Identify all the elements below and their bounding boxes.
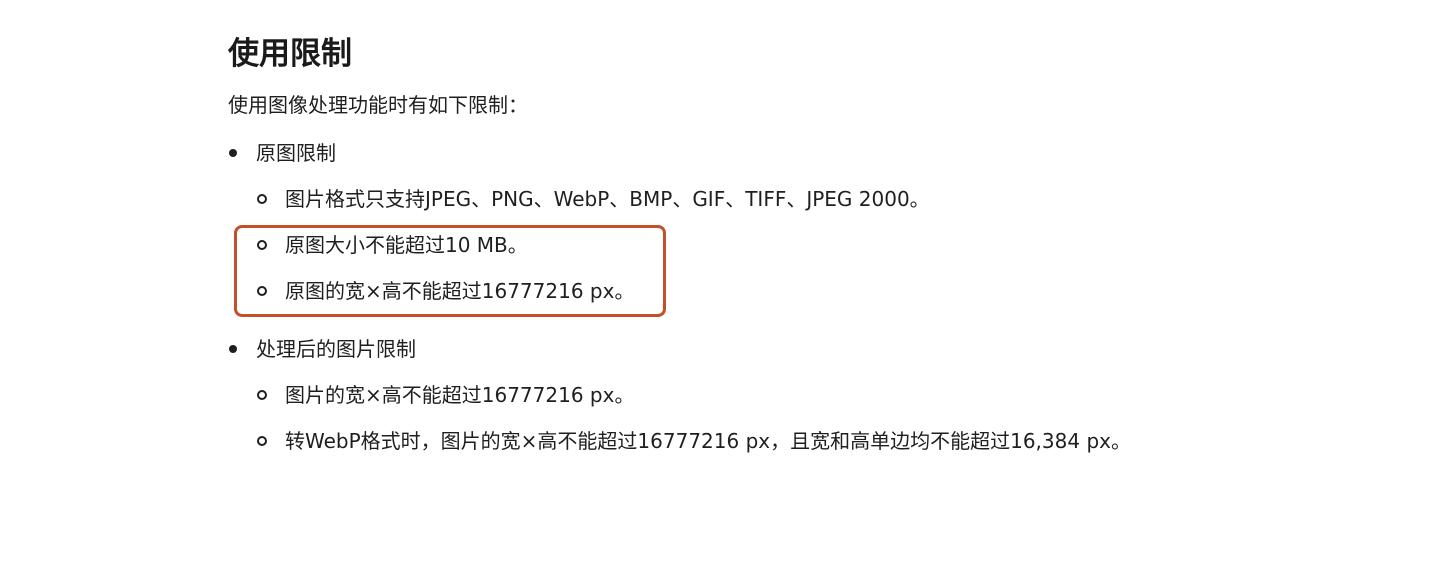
intro-paragraph: 使用图像处理功能时有如下限制： xyxy=(228,93,528,117)
bullet-circle-icon xyxy=(257,240,267,250)
bullet-disc-icon xyxy=(229,149,237,157)
list-item-text: 原图的宽×高不能超过16777216 px。 xyxy=(285,279,635,303)
list-item-text: 图片的宽×高不能超过16777216 px。 xyxy=(285,383,635,407)
bullet-circle-icon xyxy=(257,286,267,296)
list-item-text: 图片格式只支持JPEG、PNG、WebP、BMP、GIF、TIFF、JPEG 2… xyxy=(285,187,930,211)
document-content: 使用限制 使用图像处理功能时有如下限制： 原图限制 图片格式只支持JPEG、PN… xyxy=(228,30,1378,464)
list-item-format: 图片格式只支持JPEG、PNG、WebP、BMP、GIF、TIFF、JPEG 2… xyxy=(228,176,1378,222)
list-gap xyxy=(228,314,1378,326)
bullet-circle-icon xyxy=(257,436,267,446)
bullet-disc-icon xyxy=(229,345,237,353)
list-item-processed-dimensions: 图片的宽×高不能超过16777216 px。 xyxy=(228,372,1378,418)
sublist-processed-image: 图片的宽×高不能超过16777216 px。 转WebP格式时，图片的宽×高不能… xyxy=(228,372,1378,464)
list-item-text: 原图大小不能超过10 MB。 xyxy=(285,233,528,257)
list-item-size: 原图大小不能超过10 MB。 xyxy=(228,222,1378,268)
list-item-processed-image-limits: 处理后的图片限制 图片的宽×高不能超过16777216 px。 转WebP格式时… xyxy=(228,326,1378,464)
bullet-circle-icon xyxy=(257,194,267,204)
list-item-dimensions: 原图的宽×高不能超过16777216 px。 xyxy=(228,268,1378,314)
sublist-original-image: 图片格式只支持JPEG、PNG、WebP、BMP、GIF、TIFF、JPEG 2… xyxy=(228,176,1378,314)
list-item-text: 转WebP格式时，图片的宽×高不能超过16777216 px，且宽和高单边均不能… xyxy=(285,429,1131,453)
section-label: 原图限制 xyxy=(256,141,336,165)
page-title: 使用限制 xyxy=(228,36,352,72)
section-label: 处理后的图片限制 xyxy=(256,337,416,361)
limits-list: 原图限制 图片格式只支持JPEG、PNG、WebP、BMP、GIF、TIFF、J… xyxy=(228,130,1378,464)
list-item-webp-limits: 转WebP格式时，图片的宽×高不能超过16777216 px，且宽和高单边均不能… xyxy=(228,418,1378,464)
bullet-circle-icon xyxy=(257,390,267,400)
list-item-original-image-limits: 原图限制 图片格式只支持JPEG、PNG、WebP、BMP、GIF、TIFF、J… xyxy=(228,130,1378,314)
